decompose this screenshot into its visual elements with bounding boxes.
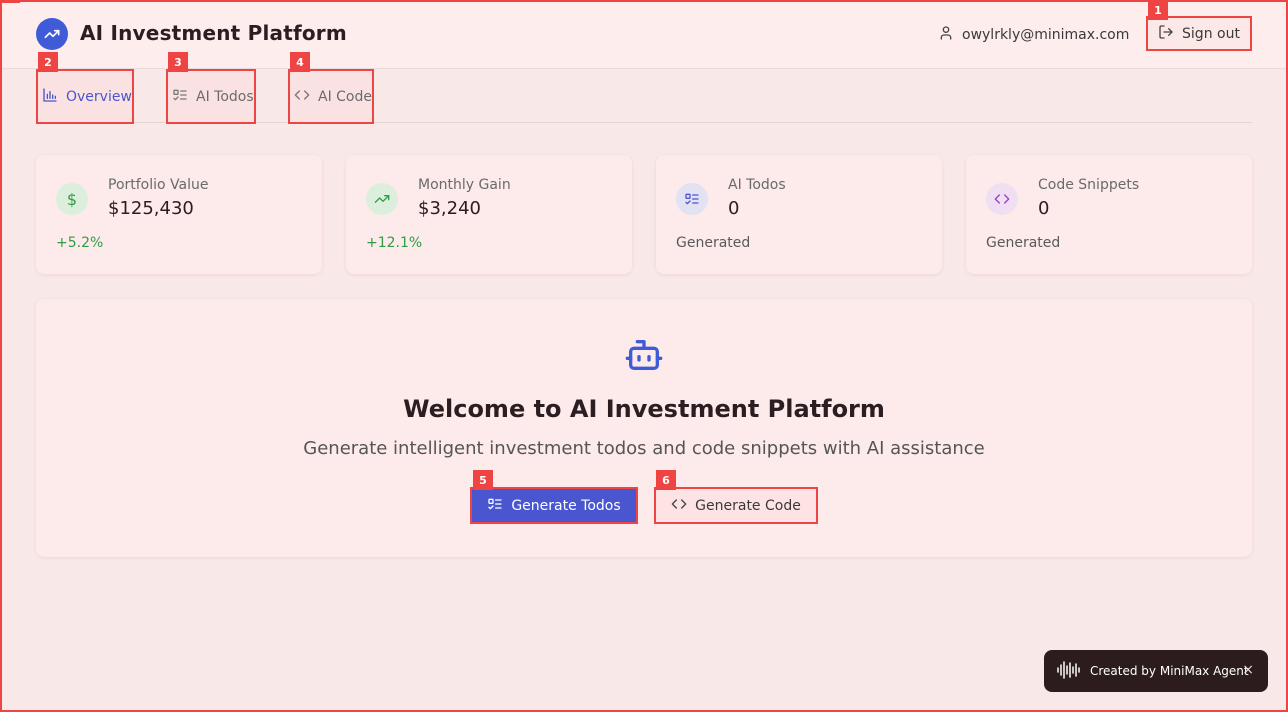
annotation-badge: 5 [473,470,493,490]
trending-up-icon [36,18,68,50]
stat-label: AI Todos [728,177,786,193]
user-email: owylrkly@minimax.com [962,27,1130,43]
user-info: owylrkly@minimax.com [938,25,1129,45]
code-icon [671,496,687,516]
tab-ai-code[interactable]: AI Code [288,69,374,124]
stat-card-ai-todos: AI Todos 0 Generated [656,155,942,274]
stat-caption: Generated [676,235,751,251]
list-todo-icon [172,87,188,107]
app-title: AI Investment Platform [80,21,347,45]
stat-value: $3,240 [418,198,481,219]
annotation-badge: 2 [38,52,58,72]
tab-label: AI Todos [196,88,254,105]
welcome-subtitle: Generate intelligent investment todos an… [303,438,985,459]
toast-text: Created by MiniMax Agent [1090,664,1249,678]
log-out-icon [1158,24,1174,44]
dollar-icon: $ [56,183,88,215]
stat-label: Code Snippets [1038,177,1140,193]
stat-value: $125,430 [108,198,194,219]
list-todo-icon [487,496,503,516]
bar-chart-icon [42,87,58,107]
code-icon [294,87,310,107]
stat-label: Monthly Gain [418,177,511,193]
stat-change: +5.2% [56,235,104,251]
annotation-badge: 6 [656,470,676,490]
bot-icon [622,335,666,379]
tab-overview[interactable]: Overview [36,69,134,124]
generate-todos-button[interactable]: Generate Todos [470,487,638,524]
app-header: AI Investment Platform owylrkly@minimax.… [0,0,1288,69]
generate-code-button[interactable]: Generate Code [654,487,818,524]
annotation-badge: 4 [290,52,310,72]
close-icon[interactable]: × [1242,662,1254,678]
stat-caption: Generated [986,235,1061,251]
trending-up-icon [366,183,398,215]
stat-value: 0 [1038,198,1050,219]
minimax-toast: Created by MiniMax Agent × [1044,650,1268,692]
stat-label: Portfolio Value [108,177,209,193]
tab-label: Overview [66,88,132,105]
stat-value: 0 [728,198,740,219]
user-icon [938,25,954,45]
welcome-panel: Welcome to AI Investment Platform Genera… [36,299,1252,557]
sign-out-button[interactable]: Sign out [1146,16,1252,51]
button-label: Generate Todos [511,497,621,514]
code-icon [986,183,1018,215]
stat-change: +12.1% [366,235,423,251]
audio-wave-icon [1056,660,1082,683]
annotation-badge: 3 [168,52,188,72]
annotation-corner-mark [2,0,20,3]
sign-out-label: Sign out [1182,25,1240,42]
tab-ai-todos[interactable]: AI Todos [166,69,256,124]
button-label: Generate Code [695,497,801,514]
stat-card-code-snippets: Code Snippets 0 Generated [966,155,1252,274]
stat-card-portfolio-value: $ Portfolio Value $125,430 +5.2% [36,155,322,274]
list-todo-icon [676,183,708,215]
stat-card-monthly-gain: Monthly Gain $3,240 +12.1% [346,155,632,274]
welcome-title: Welcome to AI Investment Platform [403,395,885,423]
tab-label: AI Code [318,88,372,105]
annotation-badge: 1 [1148,0,1168,20]
